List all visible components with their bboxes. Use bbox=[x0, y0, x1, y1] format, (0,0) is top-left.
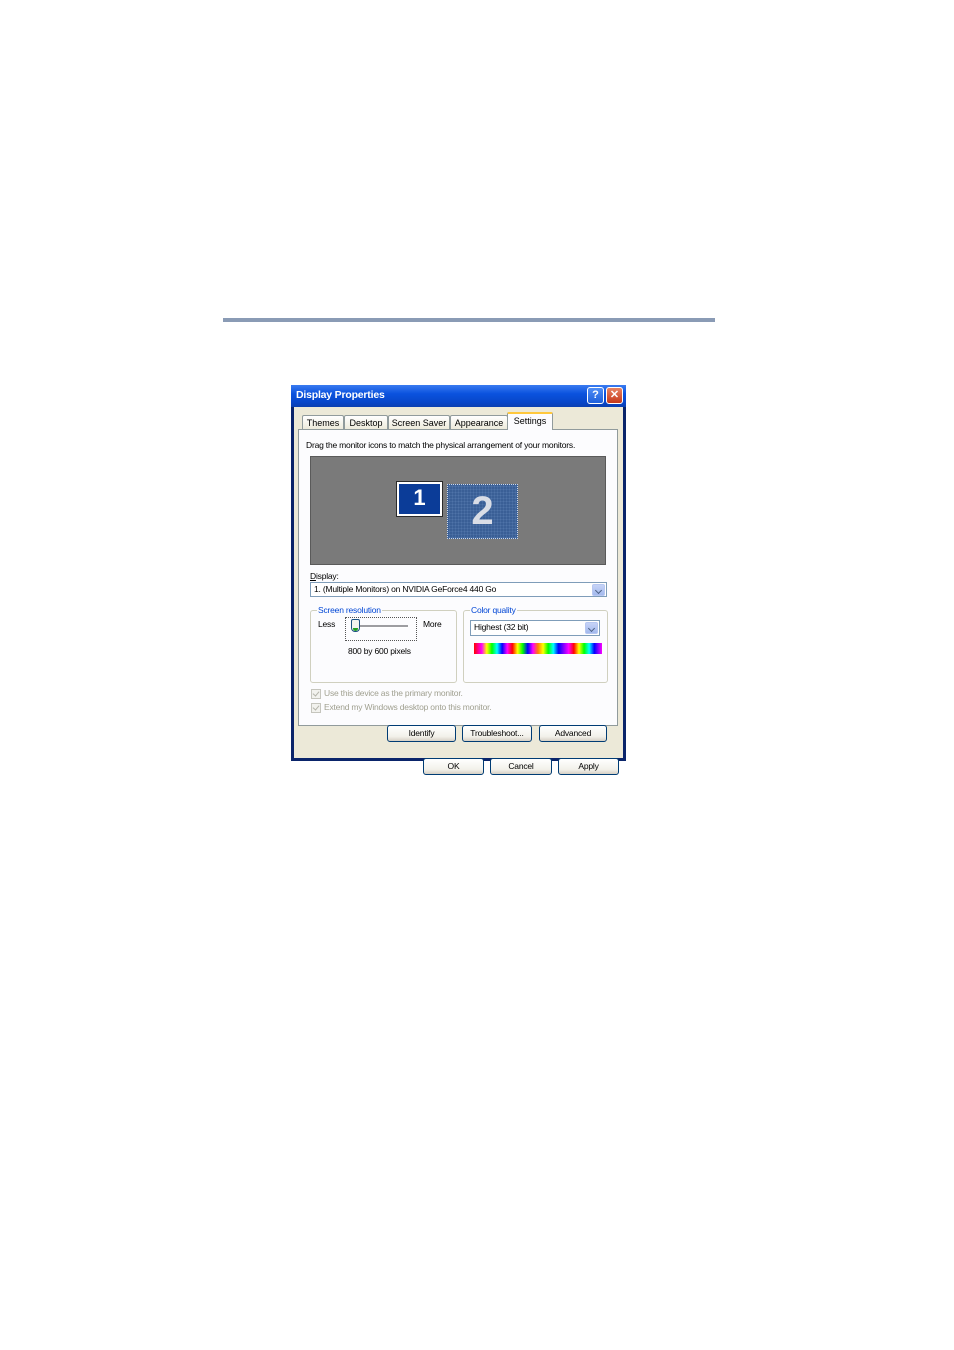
tab-screen-saver[interactable]: Screen Saver bbox=[388, 415, 450, 430]
apply-button[interactable]: Apply bbox=[558, 758, 619, 775]
page-header-rule bbox=[223, 318, 715, 322]
tab-themes[interactable]: Themes bbox=[302, 415, 344, 430]
cancel-button[interactable]: Cancel bbox=[490, 758, 552, 775]
tab-appearance[interactable]: Appearance bbox=[450, 415, 508, 430]
chevron-down-icon[interactable] bbox=[592, 584, 605, 596]
monitor-2-icon[interactable]: 2 bbox=[447, 484, 518, 539]
primary-monitor-label: Use this device as the primary monitor. bbox=[324, 688, 463, 698]
window-title: Display Properties bbox=[296, 389, 385, 401]
slider-thumb[interactable] bbox=[351, 619, 360, 632]
display-properties-dialog: Display Properties ? ✕ Themes Desktop Sc… bbox=[291, 385, 626, 775]
monitor-arrangement-instruction: Drag the monitor icons to match the phys… bbox=[306, 440, 576, 450]
color-spectrum-preview bbox=[474, 643, 602, 654]
display-select[interactable]: 1. (Multiple Monitors) on NVIDIA GeForce… bbox=[310, 582, 607, 597]
monitor-arrangement-area[interactable]: 1 2 bbox=[310, 456, 606, 565]
slider-track bbox=[354, 625, 408, 628]
color-quality-value: Highest (32 bit) bbox=[474, 622, 529, 632]
color-quality-select[interactable]: Highest (32 bit) bbox=[470, 620, 600, 636]
ok-button[interactable]: OK bbox=[423, 758, 484, 775]
dialog-client-area: Themes Desktop Screen Saver Appearance S… bbox=[294, 407, 623, 775]
resolution-value: 800 by 600 pixels bbox=[348, 646, 411, 656]
screen-resolution-label: Screen resolution bbox=[317, 605, 382, 615]
resolution-slider[interactable] bbox=[345, 617, 417, 641]
primary-monitor-checkbox[interactable] bbox=[311, 689, 321, 699]
close-button[interactable]: ✕ bbox=[606, 387, 623, 404]
identify-button[interactable]: Identify bbox=[387, 725, 456, 742]
help-icon: ? bbox=[592, 389, 599, 401]
monitor-1-icon[interactable]: 1 bbox=[396, 481, 443, 517]
color-quality-label: Color quality bbox=[470, 605, 517, 615]
extend-desktop-checkbox[interactable] bbox=[311, 703, 321, 713]
advanced-button[interactable]: Advanced bbox=[539, 725, 607, 742]
chevron-down-icon[interactable] bbox=[585, 622, 598, 634]
tab-settings[interactable]: Settings bbox=[507, 412, 553, 430]
help-button[interactable]: ? bbox=[587, 387, 604, 404]
resolution-more-label: More bbox=[423, 619, 442, 629]
resolution-less-label: Less bbox=[318, 619, 336, 629]
tab-desktop[interactable]: Desktop bbox=[344, 415, 388, 430]
display-label: Display: bbox=[310, 571, 339, 581]
extend-desktop-label: Extend my Windows desktop onto this moni… bbox=[324, 702, 492, 712]
close-icon: ✕ bbox=[609, 389, 620, 401]
title-bar[interactable]: Display Properties ? ✕ bbox=[291, 385, 626, 407]
display-select-value: 1. (Multiple Monitors) on NVIDIA GeForce… bbox=[314, 584, 497, 594]
troubleshoot-button[interactable]: Troubleshoot... bbox=[462, 725, 532, 742]
